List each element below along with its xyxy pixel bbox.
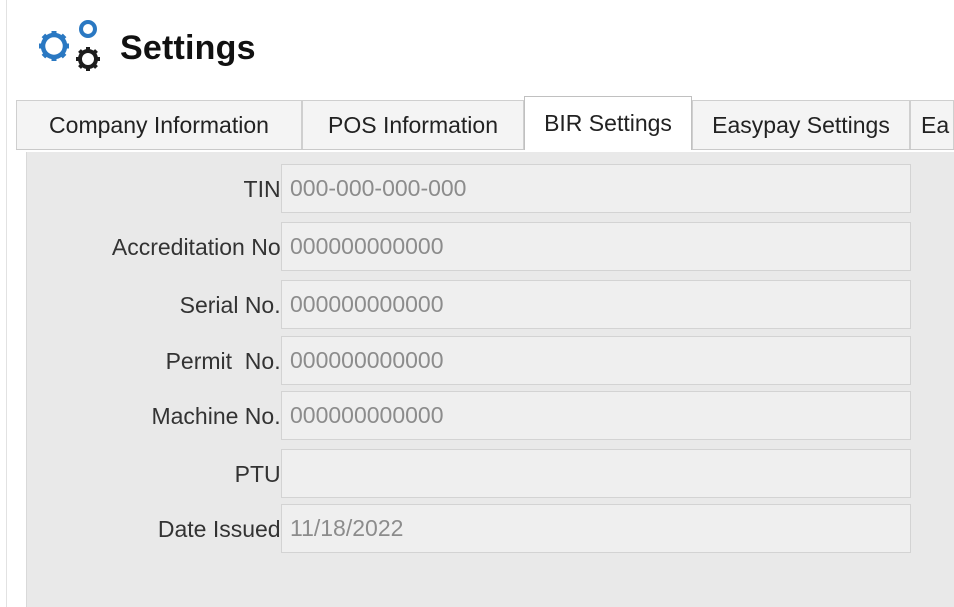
ptu-label: PTU: [234, 460, 287, 487]
date-issued-field[interactable] [281, 504, 911, 553]
window-left-border [6, 0, 7, 607]
permit-no-label: Permit No.: [165, 347, 287, 374]
settings-window: Settings Company Information POS Informa… [0, 0, 954, 607]
tin-field[interactable] [281, 164, 911, 213]
tab-easypay-settings[interactable]: Easypay Settings [692, 100, 910, 149]
form-row-date-issued: Date Issued: [27, 504, 954, 554]
page-header: Settings [36, 18, 256, 78]
tab-bir-settings[interactable]: BIR Settings [524, 96, 692, 150]
tab-company-information[interactable]: Company Information [16, 100, 302, 149]
date-issued-label: Date Issued: [157, 515, 287, 542]
ptu-field[interactable] [281, 449, 911, 498]
form-row-tin: TIN: [27, 164, 954, 214]
form-row-permit: Permit No.: [27, 336, 954, 386]
settings-tab-bar: Company Information POS Information BIR … [16, 96, 954, 150]
bir-settings-panel: TIN: Accreditation No: Serial No.: Permi… [26, 152, 954, 607]
form-row-machine: Machine No.: [27, 391, 954, 441]
permit-no-field[interactable] [281, 336, 911, 385]
accreditation-no-field[interactable] [281, 222, 911, 271]
machine-no-label: Machine No.: [151, 402, 287, 429]
tab-ea-truncated[interactable]: Ea [910, 100, 954, 149]
form-row-ptu: PTU: [27, 449, 954, 499]
serial-no-label: Serial No.: [179, 291, 287, 318]
gears-icon [39, 20, 100, 71]
tab-pos-information[interactable]: POS Information [302, 100, 524, 149]
accreditation-no-label: Accreditation No: [111, 233, 287, 260]
page-title: Settings [120, 28, 256, 67]
serial-no-field[interactable] [281, 280, 911, 329]
machine-no-field[interactable] [281, 391, 911, 440]
form-row-accreditation: Accreditation No: [27, 222, 954, 272]
form-row-serial: Serial No.: [27, 280, 954, 330]
